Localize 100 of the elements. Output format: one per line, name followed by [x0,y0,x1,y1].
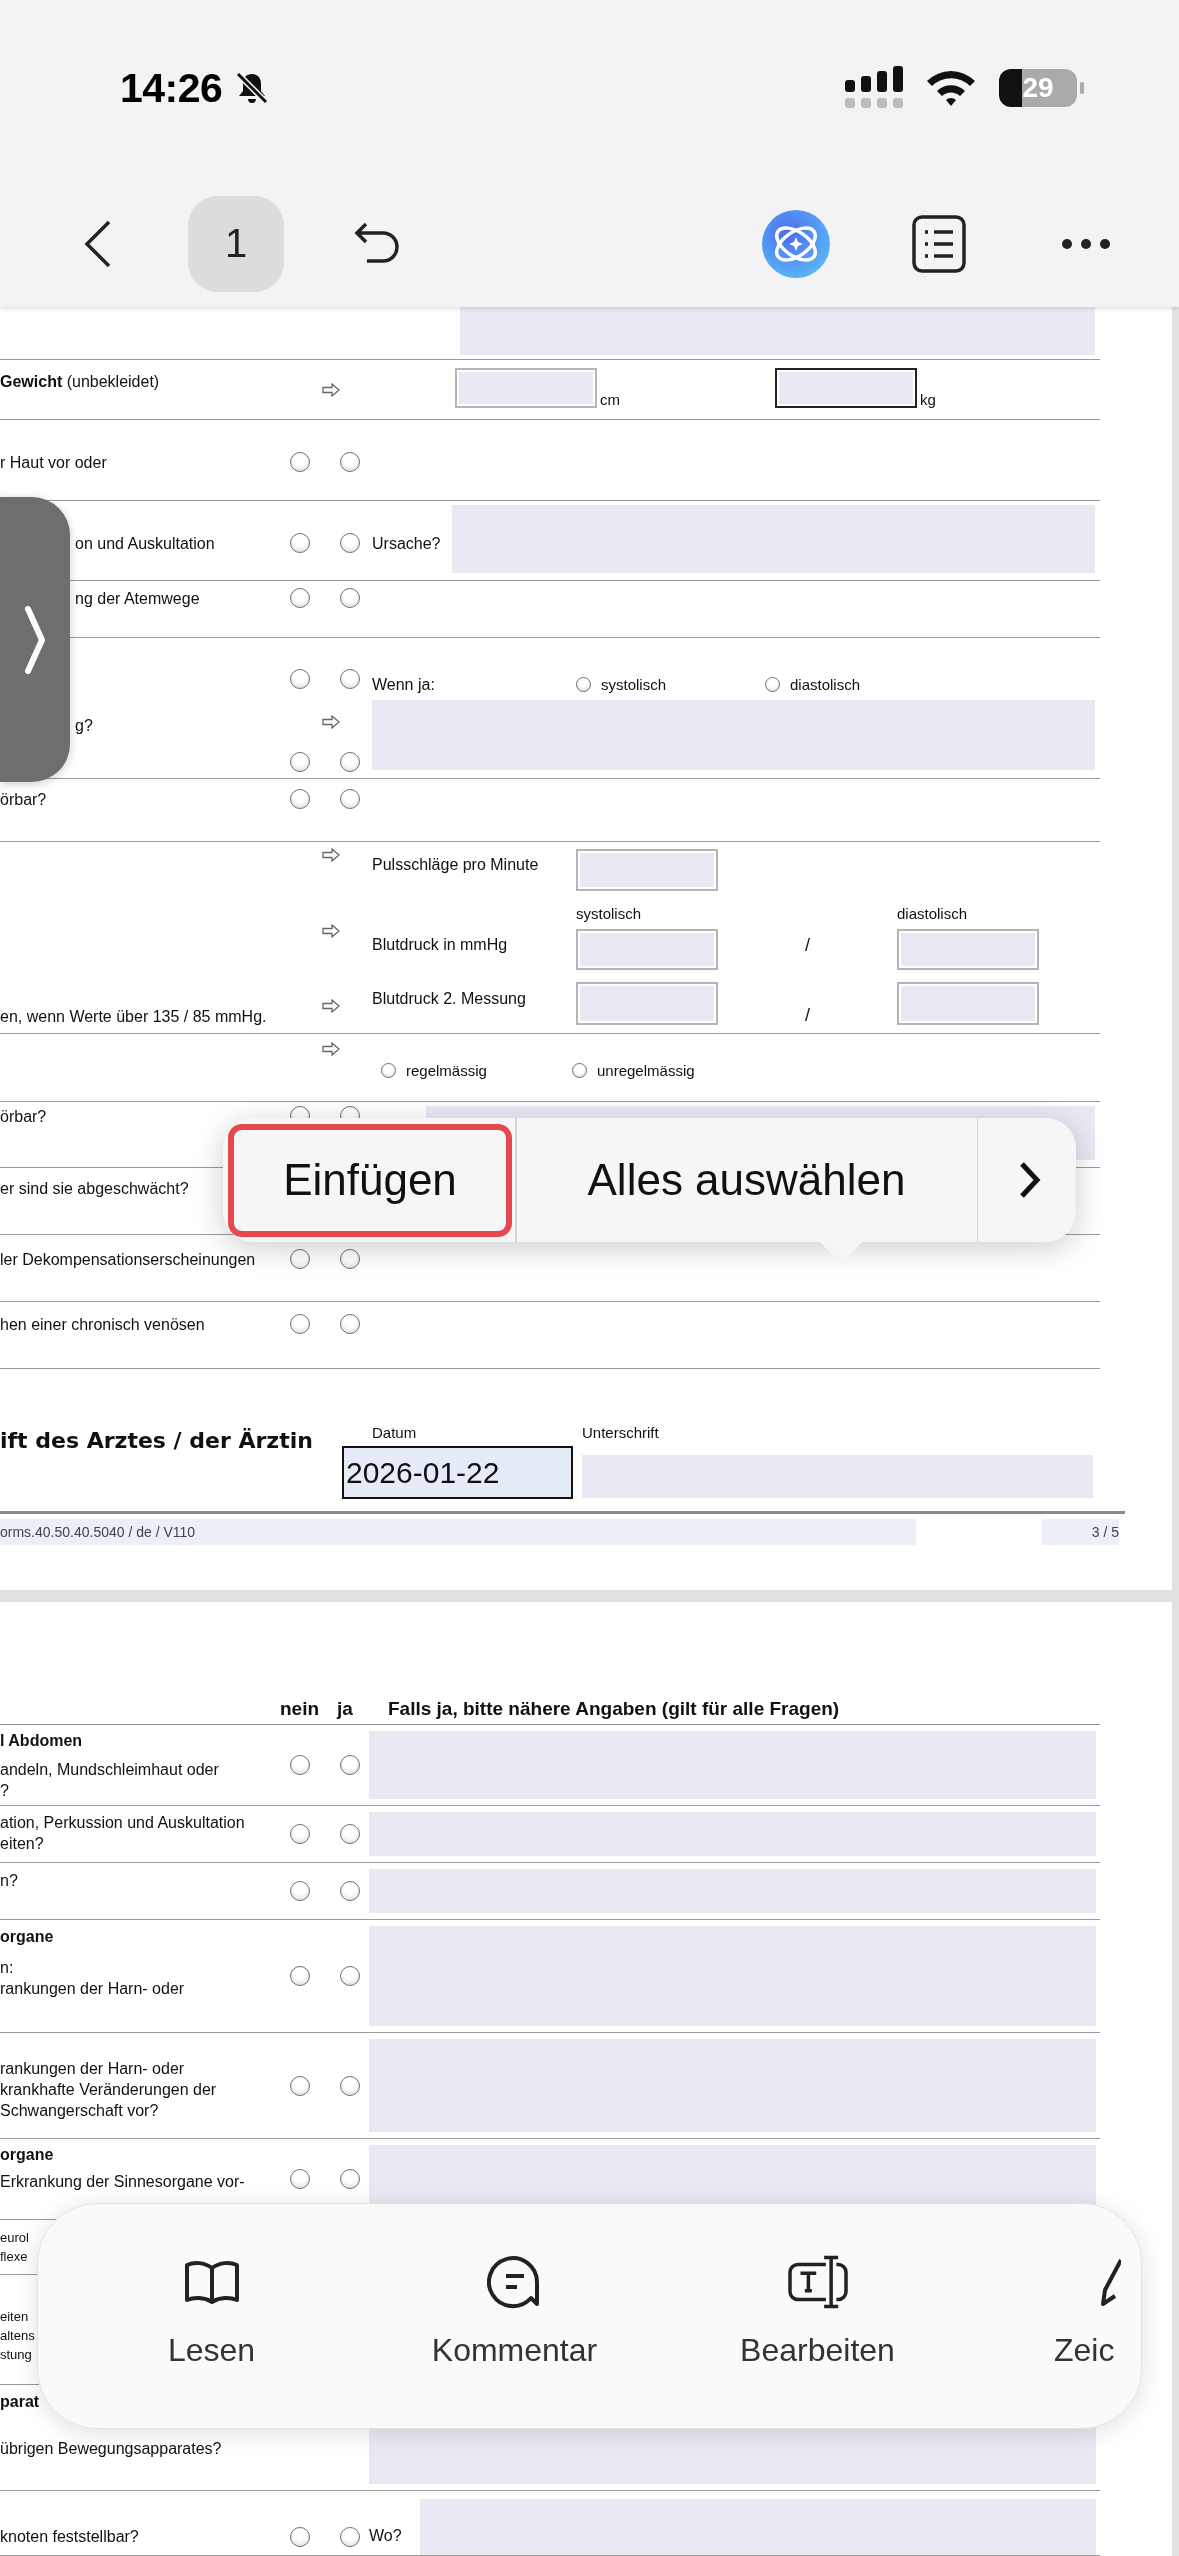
date-field[interactable]: 2026-01-22 [342,1446,573,1499]
column-header: Falls ja, bitte nähere Angaben (gilt für alle Fragen) [388,1698,840,1720]
prompt-label: Ursache? [372,534,441,553]
radio-button[interactable] [340,1249,360,1269]
column-label: systolisch [576,905,643,923]
radio-button[interactable] [340,2075,360,2096]
mode-button[interactable]: Zeic [969,2204,1141,2428]
radio-button[interactable] [340,1824,360,1844]
menu-item[interactable]: Alles auswählen [520,1123,973,1237]
page-number-button[interactable]: 1 [188,195,284,292]
radio-button[interactable] [290,1824,310,1844]
radio-button[interactable] [576,677,591,692]
radio-button[interactable] [340,1314,360,1334]
radio-button[interactable] [290,2169,310,2189]
arrow-icon [322,383,340,397]
assistant-icon[interactable] [760,207,832,280]
section-heading: parat [0,2392,40,2412]
arrow-icon [322,1042,340,1056]
radio-button[interactable] [340,669,360,689]
radio-button[interactable] [765,677,780,692]
input-field[interactable] [460,307,1095,355]
column-header: nein [280,1698,321,1720]
mode-button[interactable]: Bearbeiten [666,2204,969,2428]
separator-label: / [805,935,810,956]
input-field[interactable] [775,368,917,408]
input-field[interactable] [576,929,718,970]
radio-button[interactable] [340,533,360,553]
radio-button[interactable] [290,752,310,772]
radio-button[interactable] [572,1063,587,1078]
question-label: hen einer chronisch venösen [0,1315,205,1334]
measurement-label: Blutdruck 2. Messung [372,989,527,1008]
input-field[interactable] [455,368,597,408]
question-label: Erkrankung der Sinnesorgane vor- [0,2172,245,2192]
input-field[interactable] [897,982,1039,1025]
arrow-icon [322,999,340,1013]
radio-button[interactable] [340,752,360,772]
chevron-icon[interactable] [1018,1160,1042,1200]
radio-button[interactable] [290,588,310,608]
radio-button[interactable] [381,1063,396,1078]
option-label: systolisch [601,676,667,693]
list-icon[interactable] [912,214,966,273]
radio-button[interactable] [290,1755,310,1775]
arrow-icon [322,848,340,862]
option-label: regelmässig [406,1062,487,1079]
prompt-label: Wenn ja: [372,675,436,694]
question-label: örbar? [0,790,47,809]
radio-button[interactable] [340,1966,360,1986]
question-label: r Haut vor oder [0,453,107,472]
question-label: örbar? [0,1107,47,1126]
form-id: orms.40.50.40.5040 / de / V110 [0,1519,916,1545]
prompt-label: Wo? [369,2526,402,2545]
menu-item[interactable]: Einfügen [228,1123,512,1237]
question-label: ng der Atemwege [75,589,200,608]
measurement-label: Blutdruck in mmHg [372,935,509,954]
input-field[interactable] [576,982,718,1025]
side-panel-handle[interactable] [0,497,70,782]
section-heading: organe [0,2145,54,2165]
radio-button[interactable] [290,1314,310,1334]
section-heading: organe [0,1927,54,1947]
radio-button[interactable] [340,1881,360,1901]
input-field[interactable] [419,2499,1096,2555]
question-label: er sind sie abgeschwächt? [0,1179,189,1198]
signal-icon [845,66,905,110]
radio-button[interactable] [290,789,310,809]
more-icon[interactable] [1061,237,1111,250]
radio-button[interactable] [290,2527,310,2547]
question-label: n: rankungen der Harn- oder [0,1958,185,1999]
radio-button[interactable] [340,452,360,472]
radio-button[interactable] [340,789,360,809]
question-label: rankungen der Harn- oder krankhafte Veränderungen der Schwangerschaft vor? [0,2059,217,2121]
separator-label: / [805,1005,810,1026]
question-label: g? [75,716,93,735]
radio-button[interactable] [290,669,310,689]
arrow-icon [322,924,340,938]
input-field[interactable] [576,849,718,891]
radio-button[interactable] [340,1755,360,1775]
radio-button[interactable] [290,2075,310,2096]
unit-label: cm [599,392,621,408]
radio-button[interactable] [340,2169,360,2189]
column-label: diastolisch [897,905,969,923]
input-field[interactable] [897,929,1039,970]
radio-button[interactable] [290,1966,310,1986]
radio-button[interactable] [290,1881,310,1901]
wifi-icon [925,68,977,108]
option-label: unregelmässig [597,1062,695,1079]
battery-icon: 29 [999,69,1077,107]
mode-button[interactable]: Lesen [60,2204,363,2428]
radio-button[interactable] [290,452,310,472]
radio-button[interactable] [290,1249,310,1269]
radio-button[interactable] [290,533,310,553]
column-header: ja [337,1698,354,1720]
question-label: n? [0,1871,18,1891]
radio-button[interactable] [340,2527,360,2547]
question-label: on und Auskultation [75,534,215,553]
question-label: Gewicht (unbekleidet) [0,372,160,391]
back-icon[interactable] [83,218,113,269]
radio-button[interactable] [340,588,360,608]
mode-button[interactable]: Kommentar [363,2204,666,2428]
field-label: Unterschrift [582,1425,660,1441]
unit-label: kg [919,392,937,408]
